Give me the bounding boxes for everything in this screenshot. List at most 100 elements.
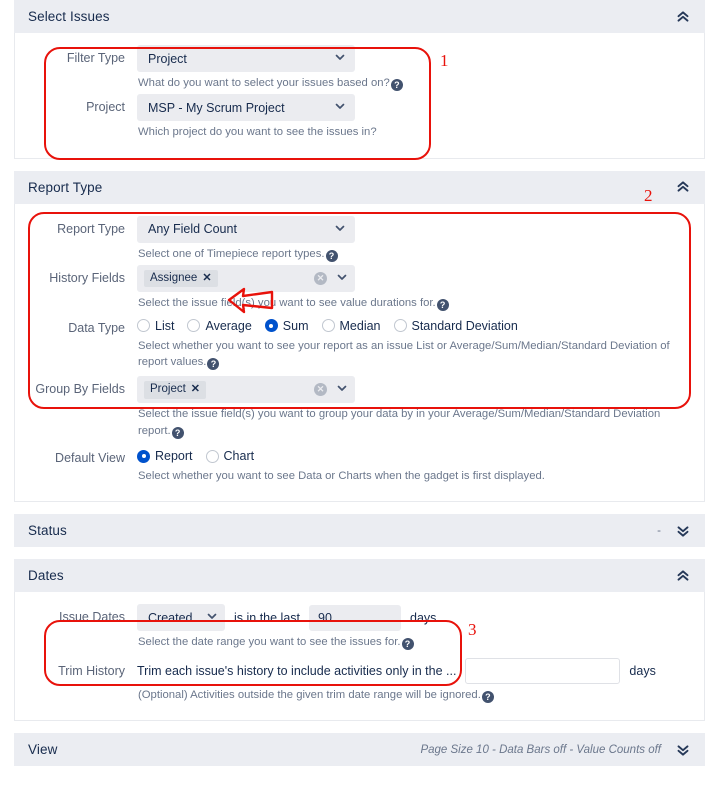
issue-dates-amount-input[interactable]: 90: [309, 604, 402, 631]
chevron-down-icon[interactable]: [336, 270, 348, 288]
multiselect-actions: ✕: [314, 270, 348, 288]
hint-trim-history: (Optional) Activities outside the given …: [138, 687, 683, 703]
multiselect-actions: ✕: [314, 381, 348, 399]
panel-header-select-issues[interactable]: Select Issues: [14, 0, 705, 33]
radio-data-type-sum[interactable]: Sum: [264, 318, 309, 333]
history-fields-multiselect[interactable]: Assignee ✕ ✕: [137, 265, 355, 293]
panel-title: Dates: [28, 568, 64, 584]
panel-header-actions: [675, 9, 691, 25]
issue-dates-amount-value: 90: [318, 610, 332, 625]
issue-dates-unit-label: days: [410, 610, 437, 625]
help-circle-icon[interactable]: ?: [390, 79, 403, 91]
issue-dates-operator-text: is in the last: [234, 610, 301, 625]
report-type-select[interactable]: Any Field Count: [137, 215, 355, 243]
chip-remove-icon[interactable]: ✕: [202, 272, 211, 284]
trim-history-controls: Trim each issue's history to include act…: [137, 657, 690, 684]
panel-header-actions: [675, 179, 691, 195]
hint-filter-type: What do you want to select your issues b…: [138, 75, 683, 91]
label-issue-dates: Issue Dates: [58, 610, 125, 625]
chip-label: Assignee: [150, 271, 198, 284]
label-history-fields: History Fields: [49, 271, 125, 286]
filter-type-value: Project: [148, 51, 187, 66]
hint-issue-dates: Select the date range you want to see th…: [138, 634, 683, 651]
data-type-radio-group: List Average Sum Median Standard Deviati…: [137, 315, 690, 333]
chip-history-field[interactable]: Assignee ✕: [144, 269, 218, 288]
panel-header-view[interactable]: View Page Size 10 - Data Bars off - Valu…: [14, 733, 705, 767]
hint-report-type: Select one of Timepiece report types.?: [138, 246, 683, 262]
panel-header-report-type[interactable]: Report Type: [14, 170, 705, 204]
filter-type-select[interactable]: Project: [137, 45, 355, 72]
radio-indicator: [137, 319, 150, 332]
radio-label: Sum: [282, 318, 309, 333]
radio-indicator: [393, 319, 407, 332]
chevron-down-icon: [334, 100, 346, 115]
chip-group-by-field[interactable]: Project ✕: [144, 380, 207, 399]
group-by-fields-multiselect[interactable]: Project ✕ ✕: [137, 376, 355, 404]
radio-data-type-list[interactable]: List: [137, 319, 174, 333]
double-chevron-up-icon[interactable]: [675, 568, 691, 584]
radio-data-type-median[interactable]: Median: [321, 319, 381, 333]
form-row-trim-history: Trim History Trim each issue's history t…: [29, 657, 690, 703]
default-view-radio-group: Report Chart: [137, 445, 690, 463]
panel-body-report-type: Report Type Any Field Count Select one o…: [14, 203, 705, 503]
panel-report-type: Report Type Report Type Any Field Count …: [14, 170, 705, 503]
trim-history-description: Trim each issue's history to include act…: [137, 663, 457, 678]
form-row-default-view: Default View Report Chart Select whether…: [29, 445, 690, 484]
panel-header-actions: -: [657, 523, 691, 539]
hint-history-fields: Select the issue field(s) you want to se…: [138, 295, 683, 312]
radio-data-type-standard-deviation[interactable]: Standard Deviation: [393, 318, 518, 333]
issue-dates-field-value: Created...: [148, 610, 203, 625]
radio-label: Standard Deviation: [411, 318, 518, 333]
status-summary: -: [657, 524, 661, 537]
double-chevron-down-icon[interactable]: [675, 742, 691, 758]
report-type-value: Any Field Count: [148, 222, 237, 237]
panel-title: View: [28, 742, 58, 758]
chevron-down-icon: [334, 222, 346, 237]
panel-title: Status: [28, 523, 67, 539]
panel-body-dates: Issue Dates Created... is in the last 90…: [14, 592, 705, 722]
hint-data-type: Select whether you want to see your repo…: [138, 338, 683, 371]
clear-circle-icon[interactable]: ✕: [314, 272, 327, 286]
help-circle-icon[interactable]: ?: [401, 638, 414, 651]
hint-text: (Optional) Activities outside the given …: [138, 688, 481, 701]
form-row-data-type: Data Type List Average Sum Median Standa…: [29, 315, 690, 371]
help-circle-icon[interactable]: ?: [436, 299, 449, 312]
panel-dates: Dates Issue Dates Created... is in the l…: [14, 559, 705, 722]
help-circle-icon[interactable]: ?: [325, 249, 338, 262]
chevron-down-icon: [206, 610, 218, 625]
form-row-filter-type: Filter Type Project What do you want to …: [29, 45, 690, 91]
hint-text: Select the date range you want to see th…: [138, 636, 401, 649]
radio-default-view-report[interactable]: Report: [137, 449, 193, 463]
chevron-down-icon: [334, 51, 346, 66]
clear-circle-icon[interactable]: ✕: [314, 383, 327, 397]
hint-text: What do you want to select your issues b…: [138, 77, 390, 89]
radio-indicator: [187, 319, 201, 332]
label-default-view: Default View: [55, 451, 125, 465]
label-group-by-fields: Group By Fields: [35, 382, 125, 397]
panel-title: Report Type: [28, 179, 103, 195]
radio-default-view-chart[interactable]: Chart: [205, 449, 255, 463]
form-row-history-fields: History Fields Assignee ✕ ✕ Select the i…: [29, 265, 690, 312]
project-select[interactable]: MSP - My Scrum Project: [137, 94, 355, 122]
radio-data-type-average[interactable]: Average: [187, 319, 252, 333]
chevron-down-icon[interactable]: [336, 381, 348, 399]
panel-body-select-issues: Filter Type Project What do you want to …: [14, 33, 705, 159]
double-chevron-down-icon[interactable]: [675, 523, 691, 539]
issue-dates-field-select[interactable]: Created...: [137, 604, 225, 632]
help-circle-icon[interactable]: ?: [481, 690, 494, 703]
chip-remove-icon[interactable]: ✕: [191, 383, 200, 395]
form-row-issue-dates: Issue Dates Created... is in the last 90…: [29, 604, 690, 651]
label-data-type: Data Type: [68, 320, 125, 335]
radio-label: Chart: [223, 449, 255, 463]
double-chevron-up-icon[interactable]: [675, 179, 691, 195]
help-circle-icon[interactable]: ?: [207, 357, 220, 370]
hint-group-by-fields: Select the issue field(s) you want to gr…: [138, 406, 690, 439]
panel-header-status[interactable]: Status -: [14, 514, 705, 548]
panel-header-dates[interactable]: Dates: [14, 559, 705, 593]
panel-status: Status -: [14, 514, 705, 548]
radio-indicator: [321, 319, 335, 332]
double-chevron-up-icon[interactable]: [675, 9, 691, 25]
panel-header-actions: Page Size 10 - Data Bars off - Value Cou…: [420, 742, 691, 758]
help-circle-icon[interactable]: ?: [171, 426, 184, 439]
trim-history-amount-input[interactable]: [465, 657, 621, 684]
